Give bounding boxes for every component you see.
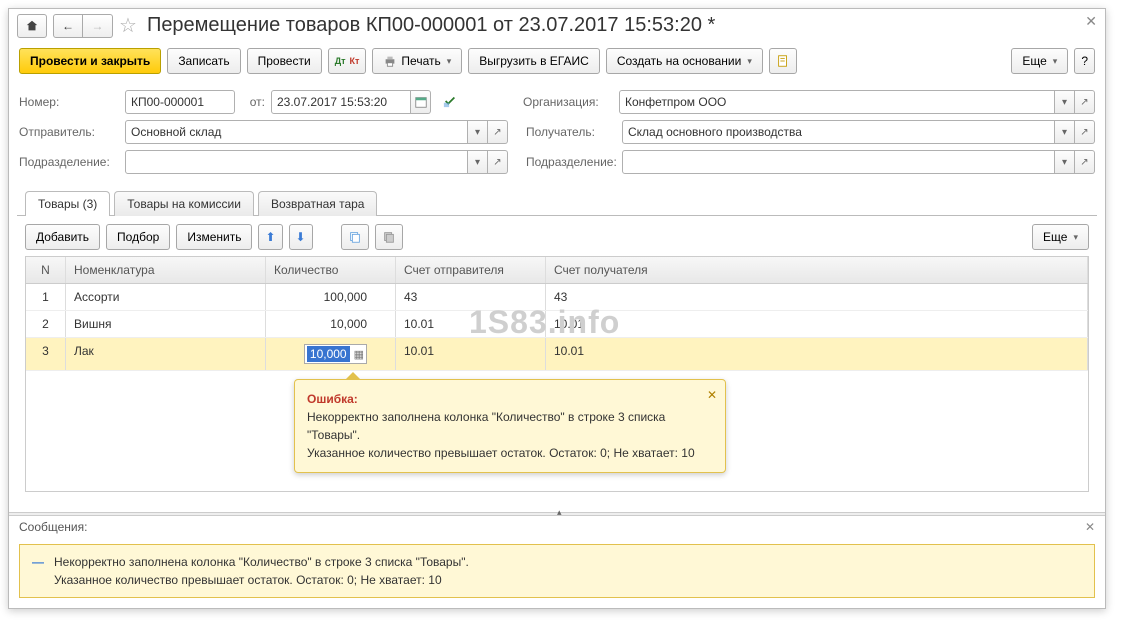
dept1-input[interactable]	[125, 150, 468, 174]
home-icon	[25, 19, 39, 33]
paste-icon	[382, 230, 396, 244]
calculator-icon[interactable]: ▦	[354, 348, 364, 361]
save-button[interactable]: Записать	[167, 48, 240, 74]
print-button[interactable]: Печать▾	[372, 48, 462, 74]
receiver-input[interactable]: Склад основного производства	[622, 120, 1055, 144]
pick-button[interactable]: Подбор	[106, 224, 170, 250]
date-label: от:	[241, 95, 265, 109]
message-content: Некорректно заполнена колонка "Количеств…	[54, 553, 469, 589]
table-header: N Номенклатура Количество Счет отправите…	[26, 257, 1088, 284]
egais-button[interactable]: Выгрузить в ЕГАИС	[468, 48, 600, 74]
printer-icon	[383, 54, 397, 68]
help-button[interactable]: ?	[1074, 48, 1095, 74]
post-button[interactable]: Провести	[247, 48, 322, 74]
sender-label: Отправитель:	[19, 125, 119, 139]
messages-header: Сообщения: ✕	[9, 516, 1105, 538]
copy-button[interactable]	[341, 224, 369, 250]
home-button[interactable]	[17, 14, 47, 38]
more-button[interactable]: Еще▾	[1011, 48, 1068, 74]
dept1-open[interactable]: ↗	[488, 150, 508, 174]
error-text-1: Некорректно заполнена колонка "Количеств…	[307, 408, 713, 444]
move-down-button[interactable]: ⬇	[289, 224, 313, 250]
add-row-button[interactable]: Добавить	[25, 224, 100, 250]
org-open[interactable]: ↗	[1075, 90, 1095, 114]
dept2-open[interactable]: ↗	[1075, 150, 1095, 174]
calendar-icon	[414, 95, 428, 109]
tab-goods[interactable]: Товары (3)	[25, 191, 110, 216]
table-row[interactable]: 1 Ассорти 100,000 43 43	[26, 284, 1088, 311]
paste-button[interactable]	[375, 224, 403, 250]
col-acc-sender[interactable]: Счет отправителя	[396, 257, 546, 283]
tabs: Товары (3) Товары на комиссии Возвратная…	[17, 190, 1097, 216]
create-based-button[interactable]: Создать на основании▾	[606, 48, 763, 74]
move-up-button[interactable]: ⬆	[258, 224, 282, 250]
table-row[interactable]: 3 Лак 10,000 ▦ 10.01 10.01	[26, 338, 1088, 371]
date-input-group: 23.07.2017 15:53:20	[271, 90, 431, 114]
org-input-group: Конфетпром ООО ▾ ↗	[619, 90, 1095, 114]
report-button[interactable]	[769, 48, 797, 74]
titlebar: ← → ☆ Перемещение товаров КП00-000001 от…	[9, 9, 1105, 42]
copy-icon	[348, 230, 362, 244]
table-more-button[interactable]: Еще▾	[1032, 224, 1089, 250]
dept1-input-group: ▾ ↗	[125, 150, 508, 174]
receiver-dropdown[interactable]: ▾	[1055, 120, 1075, 144]
message-line-1: Некорректно заполнена колонка "Количеств…	[54, 553, 469, 571]
document-title: Перемещение товаров КП00-000001 от 23.07…	[147, 14, 715, 37]
messages-body[interactable]: — Некорректно заполнена колонка "Количес…	[19, 544, 1095, 598]
tab-commission[interactable]: Товары на комиссии	[114, 191, 254, 216]
org-label: Организация:	[523, 95, 613, 109]
sender-dropdown[interactable]: ▾	[468, 120, 488, 144]
number-input[interactable]: КП00-000001	[125, 90, 235, 114]
tab-tare[interactable]: Возвратная тара	[258, 191, 378, 216]
col-name[interactable]: Номенклатура	[66, 257, 266, 283]
document-window: ✕ ← → ☆ Перемещение товаров КП00-000001 …	[8, 8, 1106, 609]
calendar-button[interactable]	[411, 90, 431, 114]
receiver-input-group: Склад основного производства ▾ ↗	[622, 120, 1095, 144]
dept1-label: Подразделение:	[19, 155, 119, 169]
splitter[interactable]	[9, 512, 1105, 516]
main-toolbar: Провести и закрыть Записать Провести ДтК…	[9, 42, 1105, 80]
post-close-button[interactable]: Провести и закрыть	[19, 48, 161, 74]
sender-open[interactable]: ↗	[488, 120, 508, 144]
message-bullet: —	[32, 553, 44, 589]
dept2-dropdown[interactable]: ▾	[1055, 150, 1075, 174]
org-input[interactable]: Конфетпром ООО	[619, 90, 1055, 114]
col-acc-receiver[interactable]: Счет получателя	[546, 257, 1088, 283]
table-row[interactable]: 2 Вишня 10,000 10.01 10.01	[26, 311, 1088, 338]
forward-button[interactable]: →	[83, 14, 113, 38]
close-button[interactable]: ✕	[1085, 13, 1097, 30]
receiver-label: Получатель:	[526, 125, 616, 139]
dept2-input[interactable]	[622, 150, 1055, 174]
edit-button[interactable]: Изменить	[176, 224, 252, 250]
org-dropdown[interactable]: ▾	[1055, 90, 1075, 114]
number-label: Номер:	[19, 95, 119, 109]
qty-edit-cell[interactable]: 10,000 ▦	[266, 338, 396, 370]
tooltip-close-button[interactable]: ✕	[707, 386, 717, 404]
document-icon	[776, 54, 790, 68]
error-text-2: Указанное количество превышает остаток. …	[307, 444, 713, 462]
dt-kt-button[interactable]: ДтКт	[328, 48, 367, 74]
messages-title: Сообщения:	[19, 520, 87, 534]
status-icon[interactable]	[443, 94, 457, 111]
error-tooltip: ✕ Ошибка: Некорректно заполнена колонка …	[294, 379, 726, 473]
nav-back-forward: ← →	[53, 14, 113, 38]
back-button[interactable]: ←	[53, 14, 83, 38]
table-toolbar: Добавить Подбор Изменить ⬆ ⬇ Еще▾	[25, 224, 1089, 250]
dept2-input-group: ▾ ↗	[622, 150, 1095, 174]
col-n[interactable]: N	[26, 257, 66, 283]
message-line-2: Указанное количество превышает остаток. …	[54, 571, 469, 589]
form-fields: Номер: КП00-000001 от: 23.07.2017 15:53:…	[9, 80, 1105, 184]
error-title: Ошибка:	[307, 390, 713, 408]
dept1-dropdown[interactable]: ▾	[468, 150, 488, 174]
checkmark-icon	[443, 94, 457, 108]
receiver-open[interactable]: ↗	[1075, 120, 1095, 144]
messages-close-button[interactable]: ✕	[1085, 520, 1095, 534]
dept2-label: Подразделение:	[526, 155, 616, 169]
date-input[interactable]: 23.07.2017 15:53:20	[271, 90, 411, 114]
col-qty[interactable]: Количество	[266, 257, 396, 283]
sender-input[interactable]: Основной склад	[125, 120, 468, 144]
favorite-icon[interactable]: ☆	[119, 13, 137, 38]
sender-input-group: Основной склад ▾ ↗	[125, 120, 508, 144]
